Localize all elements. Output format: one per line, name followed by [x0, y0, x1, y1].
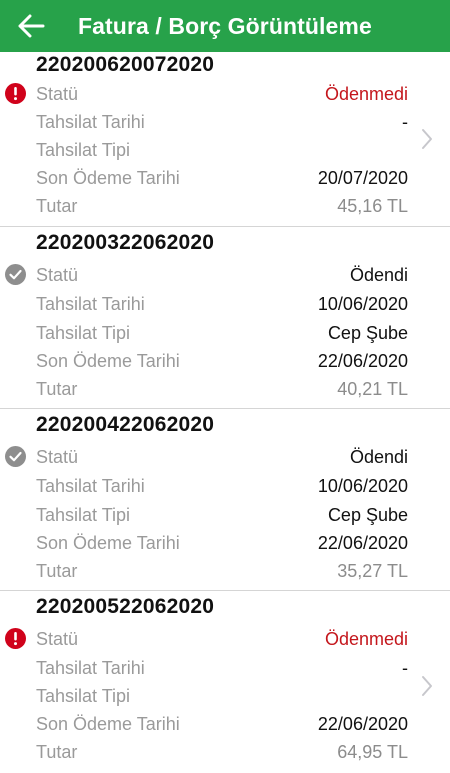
status-label: Statü [36, 83, 79, 104]
invoice-number: 220200620072020 [36, 53, 215, 76]
invoice-number: 220200322062020 [36, 231, 215, 254]
collection-type-label: Tahsilat Tipi [36, 139, 131, 160]
collection-type-value: Cep Şube [327, 322, 408, 343]
status-value: Ödendi [349, 264, 408, 285]
collection-date-row: Tahsilat Tarihi 10/06/2020 [36, 472, 408, 500]
collection-date-row: Tahsilat Tarihi - [36, 654, 408, 682]
due-date-label: Son Ödeme Tarihi [36, 167, 180, 188]
collection-date-label: Tahsilat Tarihi [36, 475, 145, 496]
due-date-value: 22/06/2020 [317, 350, 408, 371]
due-date-row: Son Ödeme Tarihi 22/06/2020 [36, 710, 408, 738]
amount-value: 35,27 TL [337, 560, 408, 581]
invoice-number: 220200522062020 [36, 595, 215, 618]
invoice-card[interactable]: 220200422062020 Statü Ödendi Tahsilat Ta… [0, 409, 450, 591]
due-date-label: Son Ödeme Tarihi [36, 532, 180, 553]
amount-value: 40,21 TL [337, 378, 408, 399]
amount-row: Tutar 64,95 TL [36, 738, 408, 766]
status-row: Statü Ödenmedi [36, 625, 408, 653]
amount-label: Tutar [36, 378, 78, 399]
due-date-row: Son Ödeme Tarihi 22/06/2020 [36, 347, 408, 375]
status-row: Statü Ödenmedi [36, 80, 408, 108]
due-date-label: Son Ödeme Tarihi [36, 350, 180, 371]
due-date-label: Son Ödeme Tarihi [36, 713, 180, 734]
amount-value: 64,95 TL [337, 741, 408, 762]
status-label: Statü [36, 628, 79, 649]
status-row: Statü Ödendi [36, 443, 408, 471]
collection-type-label: Tahsilat Tipi [36, 504, 131, 525]
collection-date-value: - [402, 111, 408, 132]
collection-type-label: Tahsilat Tipi [36, 322, 131, 343]
due-date-row: Son Ödeme Tarihi 22/06/2020 [36, 529, 408, 557]
back-button[interactable] [0, 0, 62, 52]
status-value: Ödendi [349, 446, 408, 467]
chevron-right-icon [422, 129, 432, 149]
status-label: Statü [36, 264, 79, 285]
collection-date-value: - [402, 657, 408, 678]
invoice-card[interactable]: 220200620072020 Statü Ödenmedi Tahsilat … [0, 52, 450, 227]
app-header: Fatura / Borç Görüntüleme [0, 0, 450, 52]
collection-date-value: 10/06/2020 [317, 293, 408, 314]
collection-date-label: Tahsilat Tarihi [36, 111, 145, 132]
status-value: Ödenmedi [324, 628, 408, 649]
invoice-card[interactable]: 220200522062020 Statü Ödenmedi Tahsilat … [0, 591, 450, 773]
chevron-right-icon [422, 676, 432, 696]
invoice-list: 220200620072020 Statü Ödenmedi Tahsilat … [0, 52, 450, 773]
error-icon [5, 83, 26, 104]
due-date-value: 20/07/2020 [317, 167, 408, 188]
collection-type-value: Cep Şube [327, 504, 408, 525]
due-date-row: Son Ödeme Tarihi 20/07/2020 [36, 164, 408, 192]
amount-row: Tutar 45,16 TL [36, 192, 408, 220]
invoice-card[interactable]: 220200322062020 Statü Ödendi Tahsilat Ta… [0, 227, 450, 409]
amount-label: Tutar [36, 560, 78, 581]
invoice-number: 220200422062020 [36, 413, 215, 436]
status-value: Ödenmedi [324, 83, 408, 104]
status-row: Statü Ödendi [36, 261, 408, 289]
amount-label: Tutar [36, 741, 78, 762]
check-circle-icon [5, 446, 26, 467]
amount-row: Tutar 40,21 TL [36, 375, 408, 403]
amount-row: Tutar 35,27 TL [36, 557, 408, 585]
collection-date-value: 10/06/2020 [317, 475, 408, 496]
collection-date-row: Tahsilat Tarihi 10/06/2020 [36, 290, 408, 318]
error-icon [5, 628, 26, 649]
collection-type-row: Tahsilat Tipi [36, 136, 408, 164]
collection-date-label: Tahsilat Tarihi [36, 657, 145, 678]
page-title: Fatura / Borç Görüntüleme [78, 12, 372, 39]
collection-date-row: Tahsilat Tarihi - [36, 108, 408, 136]
collection-type-row: Tahsilat Tipi Cep Şube [36, 501, 408, 529]
back-arrow-icon [18, 14, 45, 38]
collection-date-label: Tahsilat Tarihi [36, 293, 145, 314]
amount-label: Tutar [36, 195, 78, 216]
due-date-value: 22/06/2020 [317, 532, 408, 553]
amount-value: 45,16 TL [337, 195, 408, 216]
due-date-value: 22/06/2020 [317, 713, 408, 734]
check-circle-icon [5, 264, 26, 285]
collection-type-row: Tahsilat Tipi Cep Şube [36, 319, 408, 347]
status-label: Statü [36, 446, 79, 467]
collection-type-row: Tahsilat Tipi [36, 682, 408, 710]
collection-type-label: Tahsilat Tipi [36, 685, 131, 706]
